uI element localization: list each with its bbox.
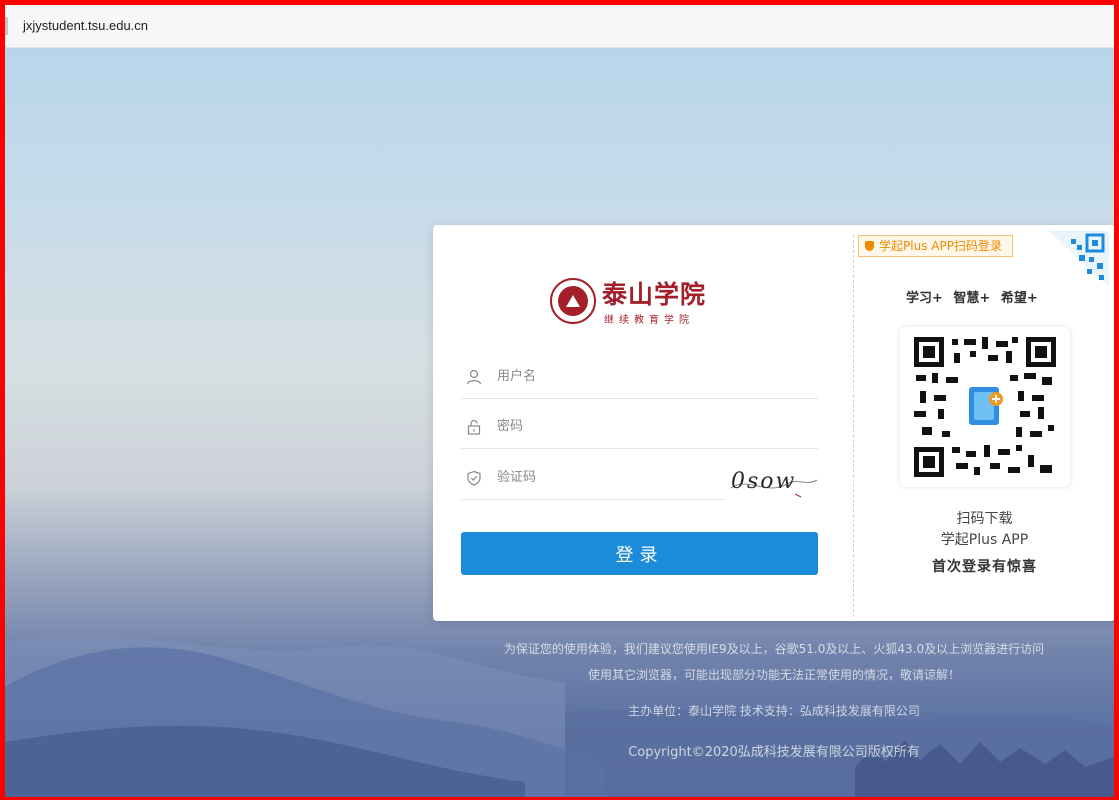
- browser-warning-text: 使用其它浏览器，可能出现部分功能无法正常使用的情况，敬请谅解！: [587, 668, 960, 682]
- logo-subtitle: 继续教育学院: [604, 315, 694, 326]
- address-bar-edge: [5, 17, 8, 35]
- copyright-text: Copyright©2020弘成科技发展有限公司版权所有: [628, 745, 920, 760]
- captcha-image[interactable]: 0sow: [727, 466, 819, 502]
- scan-tag-label: 学起Plus APP扫码登录: [879, 239, 1002, 253]
- app-download-qr-code: [900, 327, 1070, 487]
- lock-icon: [467, 419, 481, 435]
- captcha-input[interactable]: [497, 466, 747, 488]
- user-icon: [466, 369, 482, 385]
- qr-code-image: [912, 335, 1058, 479]
- app-scan-login-tab[interactable]: 学起Plus APP扫码登录: [858, 235, 1013, 257]
- app-qr-panel: 学起Plus APP扫码登录 学习+ 智慧+ 希望+ 扫码下载 学起Plus A…: [854, 225, 1114, 621]
- app-slogan: 学习+ 智慧+ 希望+: [906, 291, 1038, 306]
- shield-icon: [865, 241, 874, 251]
- screenshot-frame: jxjystudent.tsu.edu.cn 泰山学院 继续教育学院 用户名 验…: [0, 0, 1119, 800]
- login-card: 泰山学院 继续教育学院 用户名 验证码 0sow 登录 学起Plus APP扫码…: [433, 225, 1114, 621]
- shield-check-icon: [467, 470, 481, 486]
- download-line-1: 扫码下载: [956, 511, 1013, 527]
- browser-address-bar[interactable]: jxjystudent.tsu.edu.cn: [5, 5, 1114, 48]
- browser-recommendation-text: 为保证您的使用体验，我们建议您使用IE9及以上，谷歌51.0及以上、火狐43.0…: [503, 642, 1045, 656]
- username-field[interactable]: [461, 353, 818, 399]
- login-button[interactable]: 登录: [461, 532, 818, 575]
- login-form-panel: 泰山学院 继续教育学院 用户名 验证码 0sow 登录: [433, 225, 853, 621]
- download-line-3: 首次登录有惊喜: [932, 559, 1037, 575]
- captcha-field[interactable]: [461, 454, 747, 500]
- password-input[interactable]: [497, 415, 747, 437]
- url-text[interactable]: jxjystudent.tsu.edu.cn: [23, 18, 148, 33]
- qr-code-icon[interactable]: [1049, 231, 1109, 287]
- username-input[interactable]: [497, 365, 747, 387]
- logo-name: 泰山学院: [602, 280, 707, 309]
- download-line-2: 学起Plus APP: [940, 532, 1029, 548]
- university-seal-icon: [550, 278, 596, 324]
- password-field[interactable]: [461, 403, 818, 449]
- captcha-text: 0sow: [731, 469, 797, 494]
- organizer-text: 主办单位：泰山学院 技术支持：弘成科技发展有限公司: [628, 704, 920, 718]
- university-logo: 泰山学院 继续教育学院: [550, 275, 730, 327]
